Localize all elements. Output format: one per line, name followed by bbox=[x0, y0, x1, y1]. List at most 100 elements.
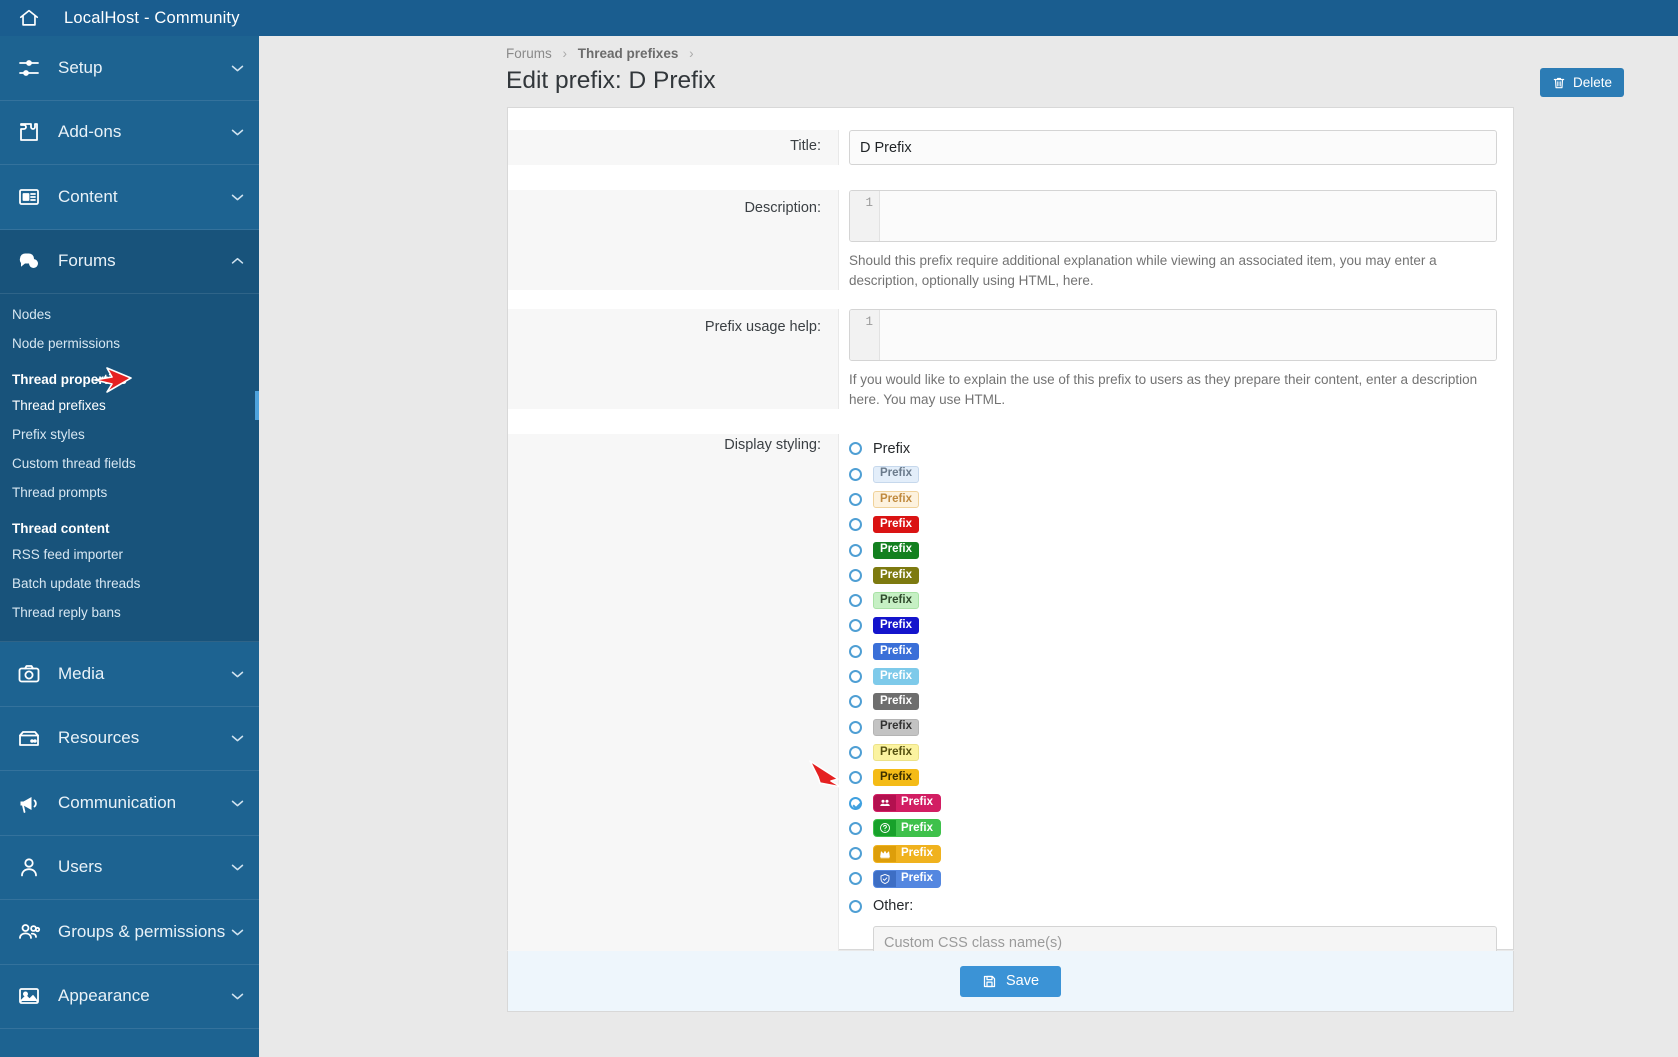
styling-option-chip: Prefix bbox=[873, 541, 919, 559]
styling-option-blue[interactable]: Prefix bbox=[849, 613, 1497, 638]
radio-royalblue[interactable] bbox=[849, 644, 862, 658]
breadcrumb-item-forums[interactable]: Forums bbox=[506, 46, 552, 61]
radio-premium[interactable] bbox=[849, 847, 862, 861]
styling-option-chip: Prefix bbox=[873, 819, 941, 838]
radio-amber[interactable] bbox=[849, 771, 862, 785]
chevron-down-icon[interactable] bbox=[229, 795, 245, 811]
usage-help-textarea[interactable] bbox=[880, 310, 1496, 361]
trash-icon bbox=[1552, 76, 1566, 90]
radio-skyblue[interactable] bbox=[849, 670, 862, 684]
sidebar-item-prefix-styles[interactable]: Prefix styles bbox=[0, 420, 259, 449]
sidebar-group-media[interactable]: Media bbox=[0, 642, 259, 707]
styling-option-lightgreen[interactable]: Prefix bbox=[849, 588, 1497, 613]
chevron-down-icon[interactable] bbox=[229, 730, 245, 746]
sidebar-group-content[interactable]: Content bbox=[0, 165, 259, 230]
styling-option-red[interactable]: Prefix bbox=[849, 512, 1497, 537]
sidebar-item-nodes[interactable]: Nodes bbox=[0, 300, 259, 329]
styling-option-green[interactable]: Prefix bbox=[849, 537, 1497, 562]
usage-field-cell: 1 If you would like to explain the use o… bbox=[839, 309, 1513, 409]
usage-help-label: Prefix usage help: bbox=[704, 319, 821, 336]
styling-option-chip: Prefix bbox=[873, 490, 919, 508]
radio-green[interactable] bbox=[849, 543, 862, 557]
description-textarea[interactable] bbox=[880, 191, 1496, 241]
sidebar-group-label: Add-ons bbox=[58, 122, 122, 142]
styling-option-chip: Prefix bbox=[873, 869, 941, 888]
sidebar-group-communication[interactable]: Communication bbox=[0, 771, 259, 836]
styling-option-primary[interactable]: Prefix bbox=[849, 462, 1497, 487]
sidebar-group-label: Content bbox=[58, 186, 118, 206]
sidebar-group-groups-permissions[interactable]: Groups & permissions bbox=[0, 900, 259, 965]
styling-option-lightyellow[interactable]: Prefix bbox=[849, 740, 1497, 765]
sidebar-group-add-ons[interactable]: Add-ons bbox=[0, 101, 259, 165]
styling-option-chip: Prefix bbox=[873, 516, 919, 534]
styling-option-label: Prefix bbox=[880, 695, 912, 708]
radio-other[interactable] bbox=[849, 899, 862, 913]
title-input[interactable] bbox=[849, 130, 1497, 165]
sidebar-group-label: Appearance bbox=[58, 986, 150, 1006]
home-icon[interactable] bbox=[16, 5, 42, 31]
sidebar-item-thread-prefixes[interactable]: Thread prefixes bbox=[0, 391, 259, 420]
radio-question[interactable] bbox=[849, 821, 862, 835]
styling-option-chip: Prefix bbox=[873, 617, 919, 635]
radio-lightyellow[interactable] bbox=[849, 745, 862, 759]
breadcrumb-item-thread-prefixes[interactable]: Thread prefixes bbox=[578, 46, 679, 61]
styling-option-none[interactable]: Prefix bbox=[849, 436, 1497, 461]
styling-option-chip: Prefix bbox=[873, 743, 919, 761]
chevron-down-icon[interactable] bbox=[229, 859, 245, 875]
chevron-down-icon[interactable] bbox=[229, 60, 245, 76]
radio-staff[interactable] bbox=[849, 796, 862, 810]
styling-option-chip: Prefix bbox=[873, 642, 919, 660]
chevron-down-icon[interactable] bbox=[229, 666, 245, 682]
prefix-edit-form: Title: Description: 1 Should this prefix… bbox=[507, 107, 1514, 961]
sidebar-group-appearance[interactable]: Appearance bbox=[0, 965, 259, 1029]
radio-primary[interactable] bbox=[849, 467, 862, 481]
chevron-up-icon[interactable] bbox=[229, 253, 245, 269]
usage-help-editor[interactable]: 1 bbox=[849, 309, 1497, 362]
chevron-down-icon[interactable] bbox=[229, 124, 245, 140]
sidebar-group-users[interactable]: Users bbox=[0, 836, 259, 900]
sidebar-group-label: Resources bbox=[58, 728, 140, 748]
styling-option-premium[interactable]: Prefix bbox=[849, 841, 1497, 866]
sidebar-item-thread-reply-bans[interactable]: Thread reply bans bbox=[0, 598, 259, 627]
chevron-down-icon[interactable] bbox=[229, 924, 245, 940]
radio-gray[interactable] bbox=[849, 720, 862, 734]
sidebar-item-rss-feed-importer[interactable]: RSS feed importer bbox=[0, 540, 259, 569]
styling-option-secondary[interactable]: Prefix bbox=[849, 487, 1497, 512]
radio-darkgray[interactable] bbox=[849, 695, 862, 709]
styling-option-label: Prefix bbox=[901, 846, 933, 859]
sidebar-group-forums[interactable]: Forums bbox=[0, 229, 259, 294]
styling-option-other[interactable]: Other: bbox=[849, 892, 1497, 921]
sidebar-group-setup[interactable]: Setup bbox=[0, 36, 259, 101]
styling-option-gray[interactable]: Prefix bbox=[849, 715, 1497, 740]
styling-option-skyblue[interactable]: Prefix bbox=[849, 664, 1497, 689]
styling-option-amber[interactable]: Prefix bbox=[849, 765, 1497, 790]
save-button[interactable]: Save bbox=[959, 965, 1062, 997]
styling-option-question[interactable]: Prefix bbox=[849, 816, 1497, 841]
form-row-display-styling: Display styling: Prefix Prefix Prefix Prefi… bbox=[508, 409, 1513, 990]
radio-red[interactable] bbox=[849, 518, 862, 532]
radio-verified[interactable] bbox=[849, 872, 862, 886]
radio-blue[interactable] bbox=[849, 619, 862, 633]
styling-option-darkgray[interactable]: Prefix bbox=[849, 689, 1497, 714]
sidebar-item-custom-thread-fields[interactable]: Custom thread fields bbox=[0, 449, 259, 478]
image-icon bbox=[16, 983, 42, 1009]
chevron-down-icon[interactable] bbox=[229, 988, 245, 1004]
description-line-number: 1 bbox=[850, 191, 880, 241]
chevron-down-icon[interactable] bbox=[229, 189, 245, 205]
styling-option-staff[interactable]: Prefix bbox=[849, 790, 1497, 815]
description-editor[interactable]: 1 bbox=[849, 190, 1497, 242]
sidebar-item-thread-prompts[interactable]: Thread prompts bbox=[0, 478, 259, 507]
sidebar-subheading-thread-content: Thread content bbox=[12, 521, 110, 536]
delete-button[interactable]: Delete bbox=[1539, 68, 1624, 97]
sidebar-item-batch-update-threads[interactable]: Batch update threads bbox=[0, 569, 259, 598]
styling-option-royalblue[interactable]: Prefix bbox=[849, 639, 1497, 664]
styling-option-verified[interactable]: Prefix bbox=[849, 866, 1497, 891]
styling-option-chip: Prefix bbox=[873, 769, 919, 787]
sidebar-group-resources[interactable]: Resources bbox=[0, 707, 259, 771]
styling-option-olive[interactable]: Prefix bbox=[849, 563, 1497, 588]
radio-none[interactable] bbox=[849, 442, 862, 456]
radio-secondary[interactable] bbox=[849, 492, 862, 506]
sidebar-item-node-permissions[interactable]: Node permissions bbox=[0, 329, 259, 358]
radio-olive[interactable] bbox=[849, 568, 862, 582]
radio-lightgreen[interactable] bbox=[849, 594, 862, 608]
